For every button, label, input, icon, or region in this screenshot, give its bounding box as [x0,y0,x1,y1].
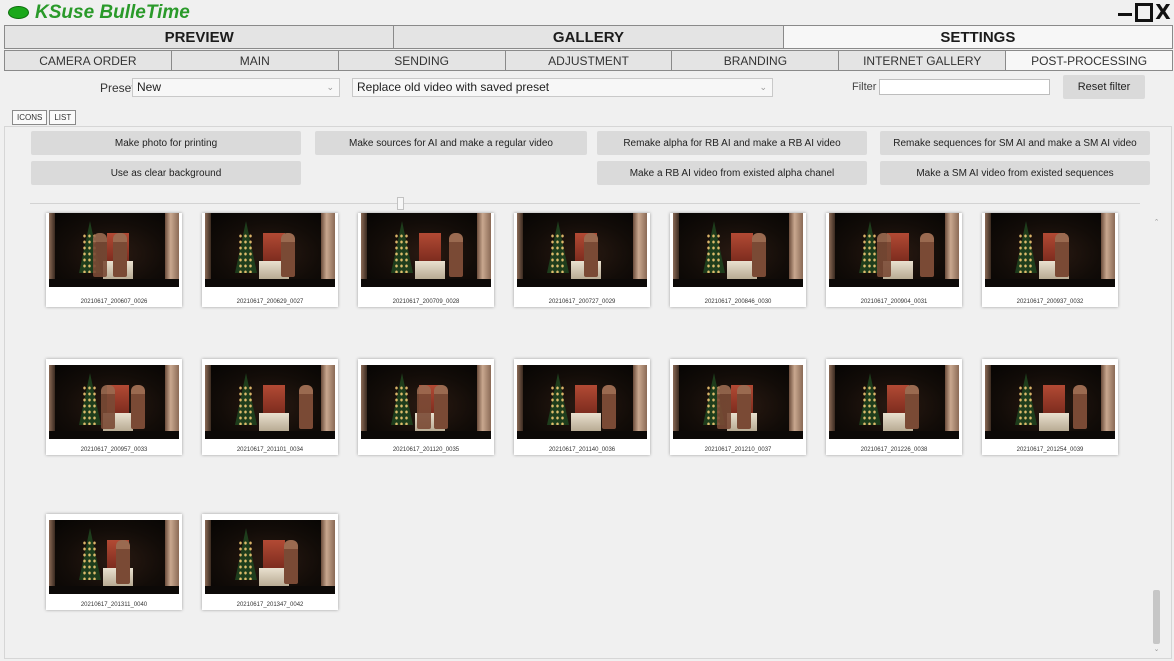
thumbnail-image [985,213,1115,287]
app-title: KSuse BulleTime [35,2,190,23]
thumbnail-size-slider-handle[interactable] [397,197,404,210]
thumbnail-image [205,365,335,439]
tab-internet-gallery[interactable]: INTERNET GALLERY [838,50,1007,71]
make-photo-for-printing-button[interactable]: Make photo for printing [31,131,301,155]
thumbnail-image [49,365,179,439]
thumbnail-image [205,213,335,287]
thumbnail-image [985,365,1115,439]
scrollbar-thumb[interactable] [1153,590,1160,644]
tab-camera-order[interactable]: CAMERA ORDER [4,50,172,71]
use-as-clear-background-button[interactable]: Use as clear background [31,161,301,185]
maximize-icon[interactable] [1135,2,1153,22]
preset-select-value: New [137,80,162,94]
remake-alpha-rb-ai-button[interactable]: Remake alpha for RB AI and make a RB AI … [597,131,867,155]
thumbnail-caption: 20210617_200937_0032 [1016,299,1084,305]
thumbnail-caption: 20210617_200709_0028 [392,299,460,305]
thumbnail-caption: 20210617_201254_0039 [1016,447,1084,453]
thumbnail-caption: 20210617_200846_0030 [704,299,772,305]
gallery-thumbnail[interactable]: 20210617_200607_0026 [46,213,182,307]
thumbnail-size-slider-track[interactable] [30,203,1140,204]
gallery-thumbnail[interactable]: 20210617_201311_0040 [46,514,182,610]
gallery-thumbnail[interactable]: 20210617_201210_0037 [670,359,806,455]
make-rb-ai-video-button[interactable]: Make a RB AI video from existed alpha ch… [597,161,867,185]
thumbnail-image [205,520,335,594]
list-view-toggle[interactable]: LIST [49,110,77,125]
thumbnail-caption: 20210617_201101_0034 [236,447,304,453]
make-sm-ai-video-button[interactable]: Make a SM AI video from existed sequence… [880,161,1150,185]
title-bar: KSuse BulleTime X [0,0,1174,24]
chevron-down-icon: ⌄ [326,82,334,92]
thumbnail-image [361,213,491,287]
view-toggle: ICONS LIST [12,110,77,125]
remake-sequences-sm-ai-button[interactable]: Remake sequences for SM AI and make a SM… [880,131,1150,155]
tab-post-processing[interactable]: POST-PROCESSING [1005,50,1174,71]
window-controls: X [1116,1,1172,23]
make-sources-for-ai-button[interactable]: Make sources for AI and make a regular v… [315,131,587,155]
thumbnail-image [517,213,647,287]
thumbnail-caption: 20210617_201120_0035 [392,447,460,453]
gallery-thumbnail[interactable]: 20210617_200957_0033 [46,359,182,455]
tab-gallery[interactable]: GALLERY [393,25,784,49]
thumbnail-image [517,365,647,439]
thumbnail-image [673,365,803,439]
filter-label: Filter [852,81,877,93]
thumbnail-image [49,213,179,287]
thumbnail-image [49,520,179,594]
tab-sending[interactable]: SENDING [337,50,506,71]
gallery-thumbnail[interactable]: 20210617_200629_0027 [202,213,338,307]
thumbnail-caption: 20210617_201347_0042 [236,602,304,608]
tab-settings[interactable]: SETTINGS [782,25,1173,49]
app-window: KSuse BulleTime X PREVIEW GALLERY SETTIN… [0,0,1174,661]
thumbnail-caption: 20210617_200607_0026 [80,299,148,305]
filter-input[interactable] [879,79,1050,95]
close-icon[interactable]: X [1154,2,1172,22]
preset-label: Preset [100,81,135,95]
thumbnail-image [673,213,803,287]
thumbnail-caption: 20210617_201311_0040 [80,602,148,608]
scroll-down-icon[interactable]: ⌄ [1151,645,1162,656]
thumbnail-image [829,365,959,439]
thumbnail-caption: 20210617_200727_0029 [548,299,616,305]
preset-action-select[interactable]: Replace old video with saved preset ⌄ [352,78,773,97]
thumbnail-caption: 20210617_201226_0038 [860,447,928,453]
reset-filter-button[interactable]: Reset filter [1063,75,1145,99]
chevron-down-icon: ⌄ [759,82,767,92]
gallery-thumbnail[interactable]: 20210617_200904_0031 [826,213,962,307]
gallery-thumbnail[interactable]: 20210617_200709_0028 [358,213,494,307]
tab-branding[interactable]: BRANDING [671,50,840,71]
gallery-thumbnail[interactable]: 20210617_201101_0034 [202,359,338,455]
thumbnail-caption: 20210617_200904_0031 [860,299,928,305]
thumbnail-caption: 20210617_201210_0037 [704,447,772,453]
app-logo-icon [8,6,29,19]
gallery-thumbnail[interactable]: 20210617_201120_0035 [358,359,494,455]
gallery-thumbnail[interactable]: 20210617_201254_0039 [982,359,1118,455]
gallery-scrollbar[interactable]: ⌃ ⌄ [1151,218,1162,656]
icons-view-toggle[interactable]: ICONS [12,110,48,125]
tab-main[interactable]: MAIN [170,50,339,71]
gallery-thumbnail[interactable]: 20210617_201226_0038 [826,359,962,455]
gallery-thumbnail[interactable]: 20210617_200937_0032 [982,213,1118,307]
main-tabs: PREVIEW GALLERY SETTINGS [4,25,1173,49]
thumbnail-image [361,365,491,439]
gallery-thumbnail[interactable]: 20210617_201140_0036 [514,359,650,455]
minimize-icon[interactable] [1116,2,1134,22]
settings-sub-tabs: CAMERA ORDER MAIN SENDING ADJUSTMENT BRA… [4,50,1174,71]
tab-adjustment[interactable]: ADJUSTMENT [504,50,673,71]
preset-select[interactable]: New ⌄ [132,78,340,97]
tab-preview[interactable]: PREVIEW [4,25,395,49]
gallery-thumbnail[interactable]: 20210617_201347_0042 [202,514,338,610]
gallery-thumbnail[interactable]: 20210617_200846_0030 [670,213,806,307]
thumbnail-caption: 20210617_201140_0036 [548,447,616,453]
thumbnail-image [829,213,959,287]
thumbnail-caption: 20210617_200629_0027 [236,299,304,305]
preset-action-value: Replace old video with saved preset [357,80,550,94]
scroll-up-icon[interactable]: ⌃ [1151,218,1162,229]
thumbnail-caption: 20210617_200957_0033 [80,447,148,453]
post-processing-panel: Make photo for printing Make sources for… [4,126,1172,659]
gallery-thumbnail[interactable]: 20210617_200727_0029 [514,213,650,307]
